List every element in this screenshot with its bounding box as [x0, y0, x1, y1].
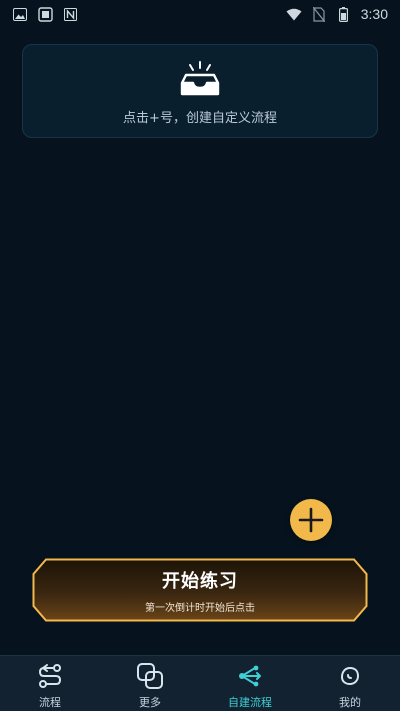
sim-icon: [37, 6, 53, 22]
add-flow-button[interactable]: [290, 499, 332, 541]
empty-state-card: 点击+号，创建自定义流程: [22, 44, 378, 138]
status-right: 3:30: [286, 6, 388, 22]
screen: 3:30 点击+号，创建自定义流程 开始练习 第一次倒计时开始后点击 流程 更多…: [0, 0, 400, 711]
image-icon: [12, 6, 28, 22]
more-icon: [136, 662, 164, 690]
status-time: 3:30: [360, 6, 388, 22]
start-practice-title: 开始练习: [162, 571, 238, 592]
custom-flow-icon: [236, 662, 264, 690]
start-practice-button[interactable]: 开始练习 第一次倒计时开始后点击: [32, 558, 368, 622]
nav-item-profile[interactable]: 我的: [300, 656, 400, 711]
nav-label-profile: 我的: [339, 696, 361, 709]
nav-item-more[interactable]: 更多: [100, 656, 200, 711]
wifi-icon: [286, 6, 302, 22]
nav-label-more: 更多: [139, 696, 161, 709]
flow-icon: [36, 662, 64, 690]
profile-icon: [336, 662, 364, 690]
notification-icon: [62, 6, 78, 22]
start-practice-subtitle: 第一次倒计时开始后点击: [145, 603, 255, 614]
nav-label-custom-flow: 自建流程: [228, 696, 272, 709]
status-left: [12, 6, 78, 22]
bottom-nav: 流程 更多 自建流程 我的: [0, 655, 400, 711]
inbox-icon: [180, 61, 220, 96]
no-sim-icon: [311, 6, 327, 22]
nav-label-flow: 流程: [39, 696, 61, 709]
battery-icon: [336, 6, 352, 22]
nav-item-flow[interactable]: 流程: [0, 656, 100, 711]
nav-item-custom-flow[interactable]: 自建流程: [200, 656, 300, 711]
status-bar: 3:30: [0, 0, 400, 28]
plus-icon: [298, 507, 324, 533]
empty-state-text: 点击+号，创建自定义流程: [123, 111, 277, 126]
